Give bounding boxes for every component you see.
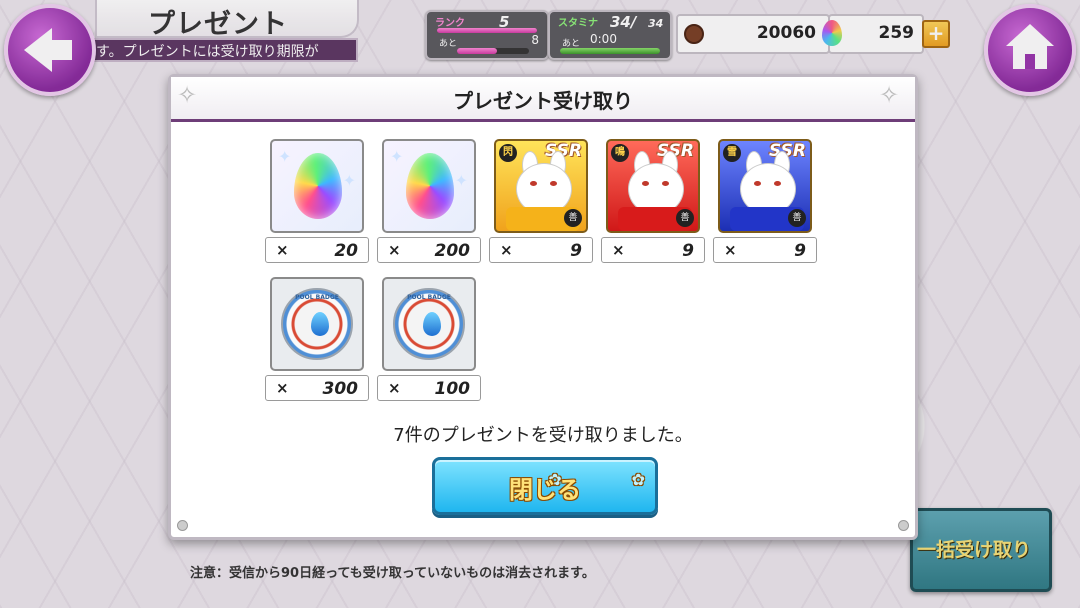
water-drop-icon	[311, 312, 329, 336]
character-card-icon: 鳴 SSR 善	[606, 139, 700, 233]
item-icon-frame: POOL BADGE	[382, 277, 476, 371]
present-item: 鳴 SSR 善 × 9	[601, 139, 705, 263]
quantity-value: 9	[794, 241, 806, 261]
dialog-title: プレゼント受け取り	[453, 89, 633, 113]
item-quantity: × 20	[265, 237, 369, 263]
screw-icon	[177, 520, 188, 531]
flower-icon: ✿	[631, 470, 645, 489]
result-message: 7件のプレゼントを受け取りました。	[393, 425, 693, 446]
quantity-value: 100	[434, 379, 471, 399]
item-quantity: × 9	[713, 237, 817, 263]
close-button-label: 閉じる	[509, 476, 581, 504]
rainbow-gem-icon	[406, 153, 454, 219]
dialog-header: ✧ プレゼント受け取り ✧	[171, 77, 915, 122]
pool-badge-icon: POOL BADGE	[393, 288, 465, 360]
present-item: POOL BADGE × 100	[377, 277, 481, 401]
rainbow-gem-icon	[294, 153, 342, 219]
item-quantity: × 200	[377, 237, 481, 263]
present-item: ✦ ✦ × 20	[265, 139, 369, 263]
quantity-value: 9	[682, 241, 694, 261]
attribute-icon: 閃	[499, 144, 517, 162]
attribute-icon: 鳴	[611, 144, 629, 162]
screw-icon	[898, 520, 909, 531]
badge-icon: 善	[676, 209, 694, 227]
badge-icon: 善	[788, 209, 806, 227]
item-quantity: × 9	[601, 237, 705, 263]
ornament-icon: ✧	[879, 81, 900, 109]
character-card-icon: 閃 SSR 善	[494, 139, 588, 233]
present-received-dialog: ✧ プレゼント受け取り ✧ ✦ ✦ × 20 ✦ ✦ × 200 閃 SSR 善 × 9	[168, 74, 918, 540]
water-drop-icon	[423, 312, 441, 336]
item-quantity: × 9	[489, 237, 593, 263]
present-item: POOL BADGE × 300	[265, 277, 369, 401]
present-item: 雪 SSR 善 × 9	[713, 139, 817, 263]
present-item: ✦ ✦ × 200	[377, 139, 481, 263]
present-item: 閃 SSR 善 × 9	[489, 139, 593, 263]
quantity-value: 20	[334, 241, 358, 261]
quantity-value: 300	[322, 379, 359, 399]
quantity-value: 9	[570, 241, 582, 261]
item-icon-frame: ✦ ✦	[382, 139, 476, 233]
item-icon-frame: ✦ ✦	[270, 139, 364, 233]
badge-icon: 善	[564, 209, 582, 227]
item-icon-frame: POOL BADGE	[270, 277, 364, 371]
quantity-value: 200	[434, 241, 471, 261]
close-button[interactable]: ✿ 閉じる ✿	[432, 457, 658, 515]
pool-badge-icon: POOL BADGE	[281, 288, 353, 360]
attribute-icon: 雪	[723, 144, 741, 162]
item-quantity: × 300	[265, 375, 369, 401]
item-quantity: × 100	[377, 375, 481, 401]
character-card-icon: 雪 SSR 善	[718, 139, 812, 233]
